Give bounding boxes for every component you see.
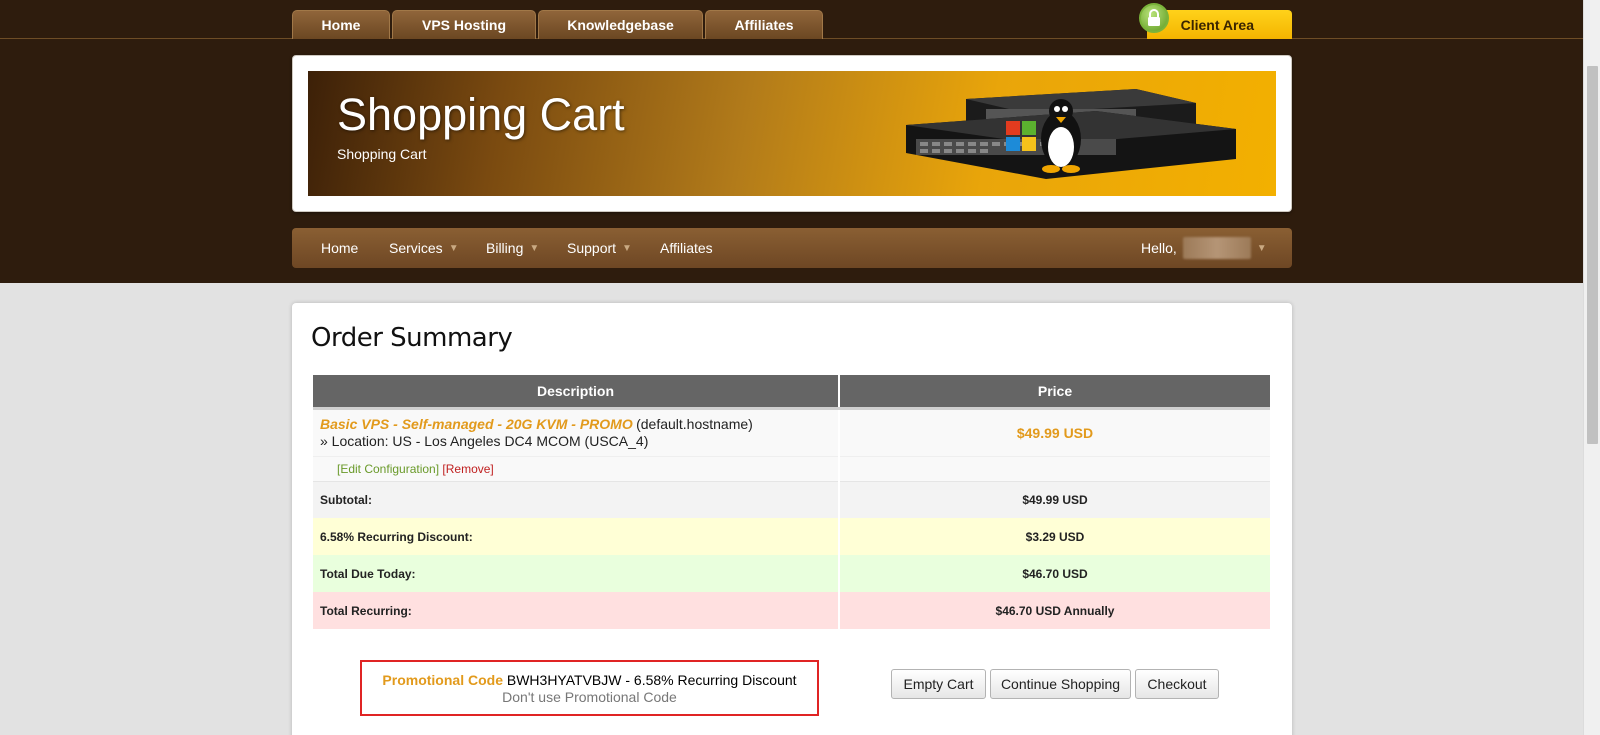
nav-billing-label: Billing <box>486 240 524 256</box>
banner: Shopping Cart Shopping Cart <box>308 71 1276 196</box>
server-switch-illustration <box>906 89 1236 179</box>
nav-user-menu[interactable]: Hello, ▼ <box>1141 228 1267 268</box>
page-title: Order Summary <box>311 323 513 353</box>
product-name: Basic VPS - Self-managed - 20G KVM - PRO… <box>320 416 633 432</box>
promo-code-value: BWH3HYATVBJW - 6.58% Recurring Discount <box>506 672 797 688</box>
nav-support[interactable]: Support ▼ <box>567 228 632 268</box>
edit-configuration-link[interactable]: [Edit Configuration] <box>337 462 439 476</box>
product-location: » Location: US - Los Angeles DC4 MCOM (U… <box>320 433 649 449</box>
client-area-label: Client Area <box>1180 16 1254 33</box>
total-recurring-label: Total Recurring: <box>313 592 840 629</box>
top-tab-knowledgebase[interactable]: Knowledgebase <box>538 10 703 39</box>
scrollbar-thumb[interactable] <box>1587 66 1598 444</box>
continue-shopping-button[interactable]: Continue Shopping <box>990 669 1131 699</box>
caret-down-icon: ▼ <box>529 242 540 254</box>
order-summary-panel: Order Summary Description Price Basic VP… <box>292 303 1292 735</box>
cart-table: Description Price Basic VPS - Self-manag… <box>313 375 1270 629</box>
banner-subtitle: Shopping Cart <box>337 146 427 162</box>
subtotal-label: Subtotal: <box>313 480 840 518</box>
empty-cart-button[interactable]: Empty Cart <box>891 669 986 699</box>
top-tab-home[interactable]: Home <box>292 10 390 39</box>
redacted-username <box>1182 237 1251 259</box>
nav-services[interactable]: Services ▼ <box>389 228 459 268</box>
discount-value: $3.29 USD <box>839 518 1270 555</box>
discount-row: 6.58% Recurring Discount: $3.29 USD <box>313 518 1270 555</box>
product-hostname: (default.hostname) <box>636 416 753 432</box>
caret-down-icon: ▼ <box>1256 242 1267 254</box>
nav-affiliates[interactable]: Affiliates <box>660 228 713 268</box>
cart-item-price: $49.99 USD <box>1016 424 1094 441</box>
subtotal-row: Subtotal: $49.99 USD <box>313 480 1270 518</box>
cart-item-row: Basic VPS - Self-managed - 20G KVM - PRO… <box>313 408 1270 457</box>
user-greeting: Hello, <box>1141 240 1177 256</box>
nav-home[interactable]: Home <box>321 228 358 268</box>
cart-item-description: Basic VPS - Self-managed - 20G KVM - PRO… <box>313 408 840 457</box>
remove-item-link[interactable]: [Remove] <box>442 462 493 476</box>
banner-title: Shopping Cart <box>337 89 625 140</box>
subtotal-value: $49.99 USD <box>839 480 1270 518</box>
discount-label: 6.58% Recurring Discount: <box>313 518 840 555</box>
caret-down-icon: ▼ <box>448 242 459 254</box>
remove-promo-link[interactable]: Don't use Promotional Code <box>362 689 817 705</box>
nav-support-label: Support <box>567 240 617 256</box>
total-recurring-value: $46.70 USD Annually <box>839 592 1270 629</box>
nav-affiliates-label: Affiliates <box>660 240 713 256</box>
cart-item-actions-row: [Edit Configuration] [Remove] <box>313 456 1270 481</box>
page-scrollbar[interactable] <box>1583 0 1600 735</box>
banner-frame: Shopping Cart Shopping Cart <box>292 55 1292 212</box>
cart-item-actions: [Edit Configuration] [Remove] <box>313 456 840 481</box>
total-due-row: Total Due Today: $46.70 USD <box>313 555 1270 592</box>
nav-home-label: Home <box>321 240 359 256</box>
top-tab-affiliates[interactable]: Affiliates <box>705 10 823 39</box>
header-price: Price <box>839 375 1270 410</box>
top-tab-vps-hosting[interactable]: VPS Hosting <box>392 10 536 39</box>
table-header-row: Description Price <box>313 375 1270 410</box>
header-description: Description <box>313 375 840 410</box>
lock-icon <box>1139 3 1169 33</box>
cart-item-price-cell: $49.99 USD <box>839 408 1270 457</box>
nav-billing[interactable]: Billing ▼ <box>486 228 539 268</box>
main-navbar: Home Services ▼ Billing ▼ Support ▼ Affi… <box>292 228 1292 268</box>
total-due-value: $46.70 USD <box>839 555 1270 592</box>
promo-code-label: Promotional Code <box>382 672 503 688</box>
nav-services-label: Services <box>389 240 443 256</box>
caret-down-icon: ▼ <box>622 242 632 254</box>
promo-code-box: Promotional Code BWH3HYATVBJW - 6.58% Re… <box>360 660 819 716</box>
total-recurring-row: Total Recurring: $46.70 USD Annually <box>313 592 1270 629</box>
total-due-label: Total Due Today: <box>313 555 840 592</box>
checkout-button[interactable]: Checkout <box>1135 669 1219 699</box>
cart-item-actions-empty <box>839 456 1270 481</box>
